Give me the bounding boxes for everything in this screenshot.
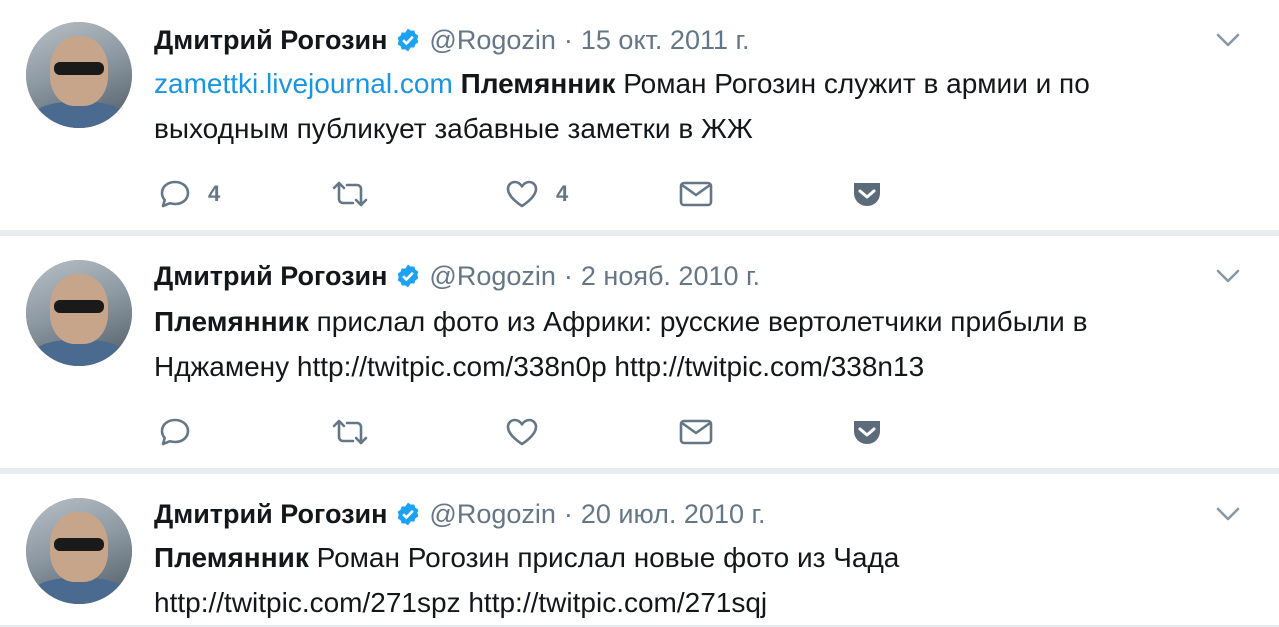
reply-count: 4: [208, 181, 221, 206]
like-icon: [506, 180, 538, 208]
tweet-text: Племянник Роман Рогозин прислал новые фо…: [154, 535, 1244, 625]
tweet-text-bold: Племянник: [460, 68, 616, 99]
like-count: 4: [556, 181, 569, 206]
chevron-down-icon[interactable]: [1215, 32, 1241, 48]
tweet-text-bold: Племянник: [154, 542, 309, 573]
verified-badge-icon: [398, 264, 419, 288]
chevron-down-icon[interactable]: [1215, 268, 1241, 284]
reply-button[interactable]: 4: [158, 174, 220, 214]
author-name[interactable]: Дмитрий Рогозин: [154, 261, 387, 292]
pocket-save-icon: [854, 421, 880, 444]
reply-icon: [160, 418, 190, 446]
author-handle[interactable]: @Rogozin: [429, 499, 555, 530]
tweet-text-line-1: Племянник Роман Рогозин прислал новые фо…: [154, 535, 1244, 580]
tweet-header: Дмитрий Рогозин @Rogozin · 2 нояб. 2010 …: [154, 256, 760, 296]
separator-dot: ·: [563, 260, 573, 291]
author-handle[interactable]: @Rogozin: [429, 25, 555, 56]
tweet[interactable]: Дмитрий Рогозин @Rogozin · 20 июл. 2010 …: [0, 474, 1279, 627]
tweet-actions: 4 4: [154, 174, 914, 214]
tweet-text-rest: прислал фото из Африки: русские вертолет…: [308, 306, 1088, 337]
tweet-text: Племянник прислал фото из Африки: русски…: [154, 299, 1244, 389]
tweet-text: zamettki.livejournal.com Племянник Роман…: [154, 61, 1244, 151]
tweet-text-line-1: Племянник прислал фото из Африки: русски…: [154, 299, 1244, 344]
tweet-text-line-1: zamettki.livejournal.com Племянник Роман…: [154, 61, 1244, 106]
pocket-save-button[interactable]: [850, 174, 884, 214]
tweet-text-line-2: Нджамену http://twitpic.com/338n0p http:…: [154, 351, 925, 382]
retweet-icon: [332, 419, 368, 445]
dm-icon: [679, 181, 713, 207]
avatar[interactable]: [26, 260, 132, 366]
separator-dot: ·: [563, 24, 573, 55]
tweet-actions: [154, 412, 914, 452]
tweet-text-line-2: http://twitpic.com/271spz http://twitpic…: [154, 587, 768, 618]
tweet-date[interactable]: 20 июл. 2010 г.: [581, 499, 766, 530]
tweet-text-bold: Племянник: [154, 306, 309, 337]
retweet-icon: [332, 181, 368, 207]
avatar[interactable]: [26, 498, 132, 604]
retweet-button[interactable]: [330, 174, 370, 214]
tweet-header: Дмитрий Рогозин @Rogozin · 20 июл. 2010 …: [154, 494, 766, 534]
tweet-date[interactable]: 2 нояб. 2010 г.: [581, 261, 760, 292]
author-name[interactable]: Дмитрий Рогозин: [154, 499, 387, 530]
tweet-text-rest: Роман Рогозин служит в армии и по: [615, 68, 1090, 99]
tweet-link[interactable]: zamettki.livejournal.com: [154, 68, 453, 99]
author-handle[interactable]: @Rogozin: [429, 261, 555, 292]
tweet[interactable]: Дмитрий Рогозин @Rogozin · 15 окт. 2011 …: [0, 0, 1279, 232]
like-button[interactable]: 4: [504, 174, 568, 214]
dm-button[interactable]: [678, 174, 714, 214]
avatar[interactable]: [26, 22, 132, 128]
like-icon: [506, 418, 538, 446]
like-button[interactable]: [504, 412, 540, 452]
verified-badge-icon: [398, 28, 419, 52]
separator-dot: ·: [563, 498, 573, 529]
tweet-text-rest: Роман Рогозин прислал новые фото из Чада: [308, 542, 900, 573]
reply-icon: [160, 180, 190, 208]
reply-button[interactable]: [158, 412, 208, 452]
dm-button[interactable]: [678, 412, 714, 452]
tweet-date[interactable]: 15 окт. 2011 г.: [581, 25, 750, 56]
tweet-feed: Дмитрий Рогозин @Rogozin · 15 окт. 2011 …: [0, 0, 1279, 627]
tweet-header: Дмитрий Рогозин @Rogozin · 15 окт. 2011 …: [154, 20, 750, 60]
dm-icon: [679, 419, 713, 445]
tweet[interactable]: Дмитрий Рогозин @Rogozin · 2 нояб. 2010 …: [0, 236, 1279, 470]
chevron-down-icon[interactable]: [1215, 506, 1241, 522]
pocket-save-icon: [854, 183, 880, 206]
retweet-button[interactable]: [330, 412, 370, 452]
verified-badge-icon: [398, 502, 419, 526]
pocket-save-button[interactable]: [850, 412, 884, 452]
tweet-text-line-2: выходным публикует забавные заметки в ЖЖ: [154, 113, 753, 144]
author-name[interactable]: Дмитрий Рогозин: [154, 25, 387, 56]
